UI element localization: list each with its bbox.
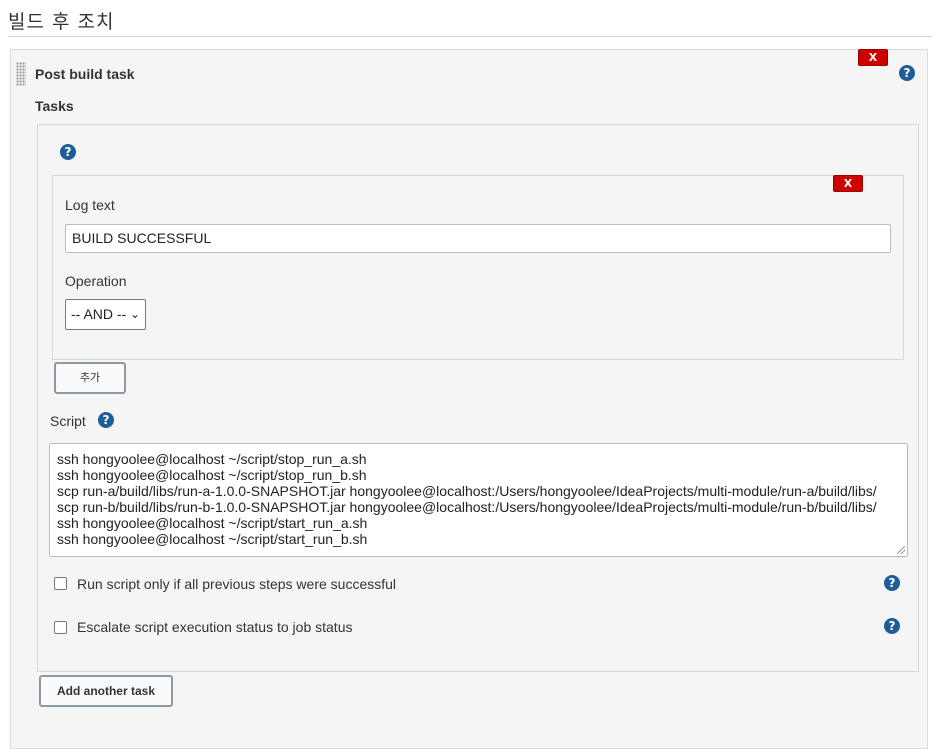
log-text-input[interactable]: BUILD SUCCESSFUL (65, 224, 891, 253)
script-line: scp run-b/build/libs/run-b-1.0.0-SNAPSHO… (57, 499, 877, 515)
log-text-label: Log text (65, 197, 115, 213)
script-line: ssh hongyoolee@localhost ~/script/stop_r… (57, 451, 367, 467)
help-icon[interactable]: ? (98, 412, 114, 428)
help-icon[interactable]: ? (899, 65, 915, 81)
script-line: ssh hongyoolee@localhost ~/script/start_… (57, 531, 368, 547)
log-text-panel (52, 175, 904, 360)
run-if-success-checkbox[interactable] (54, 577, 67, 590)
help-icon[interactable]: ? (884, 618, 900, 634)
chevron-down-icon: ⌄ (129, 307, 140, 321)
add-another-task-button[interactable]: Add another task (39, 675, 173, 707)
operation-select[interactable]: -- AND -- ⌄ (65, 299, 146, 330)
script-textarea[interactable]: ssh hongyoolee@localhost ~/script/stop_r… (49, 443, 908, 557)
resize-handle-icon[interactable] (897, 546, 905, 554)
delete-log-text-button[interactable]: X (833, 175, 863, 192)
help-icon[interactable]: ? (884, 575, 900, 591)
script-line: scp run-a/build/libs/run-a-1.0.0-SNAPSHO… (57, 483, 877, 499)
operation-value: -- AND -- (71, 306, 127, 322)
add-condition-button[interactable]: 추가 (54, 362, 126, 394)
drag-handle-icon[interactable] (16, 62, 26, 86)
escalate-status-checkbox[interactable] (54, 621, 67, 634)
tasks-label: Tasks (35, 98, 74, 114)
delete-post-build-button[interactable]: X (858, 49, 888, 66)
escalate-status-label: Escalate script execution status to job … (77, 619, 353, 635)
script-label: Script (50, 413, 86, 429)
post-build-title: Post build task (35, 66, 135, 82)
section-title: 빌드 후 조치 (8, 11, 115, 33)
script-line: ssh hongyoolee@localhost ~/script/stop_r… (57, 467, 367, 483)
help-icon[interactable]: ? (60, 144, 76, 160)
run-if-success-label: Run script only if all previous steps we… (77, 576, 397, 592)
section-divider (8, 36, 932, 37)
script-line: ssh hongyoolee@localhost ~/script/start_… (57, 515, 368, 531)
operation-label: Operation (65, 273, 127, 289)
